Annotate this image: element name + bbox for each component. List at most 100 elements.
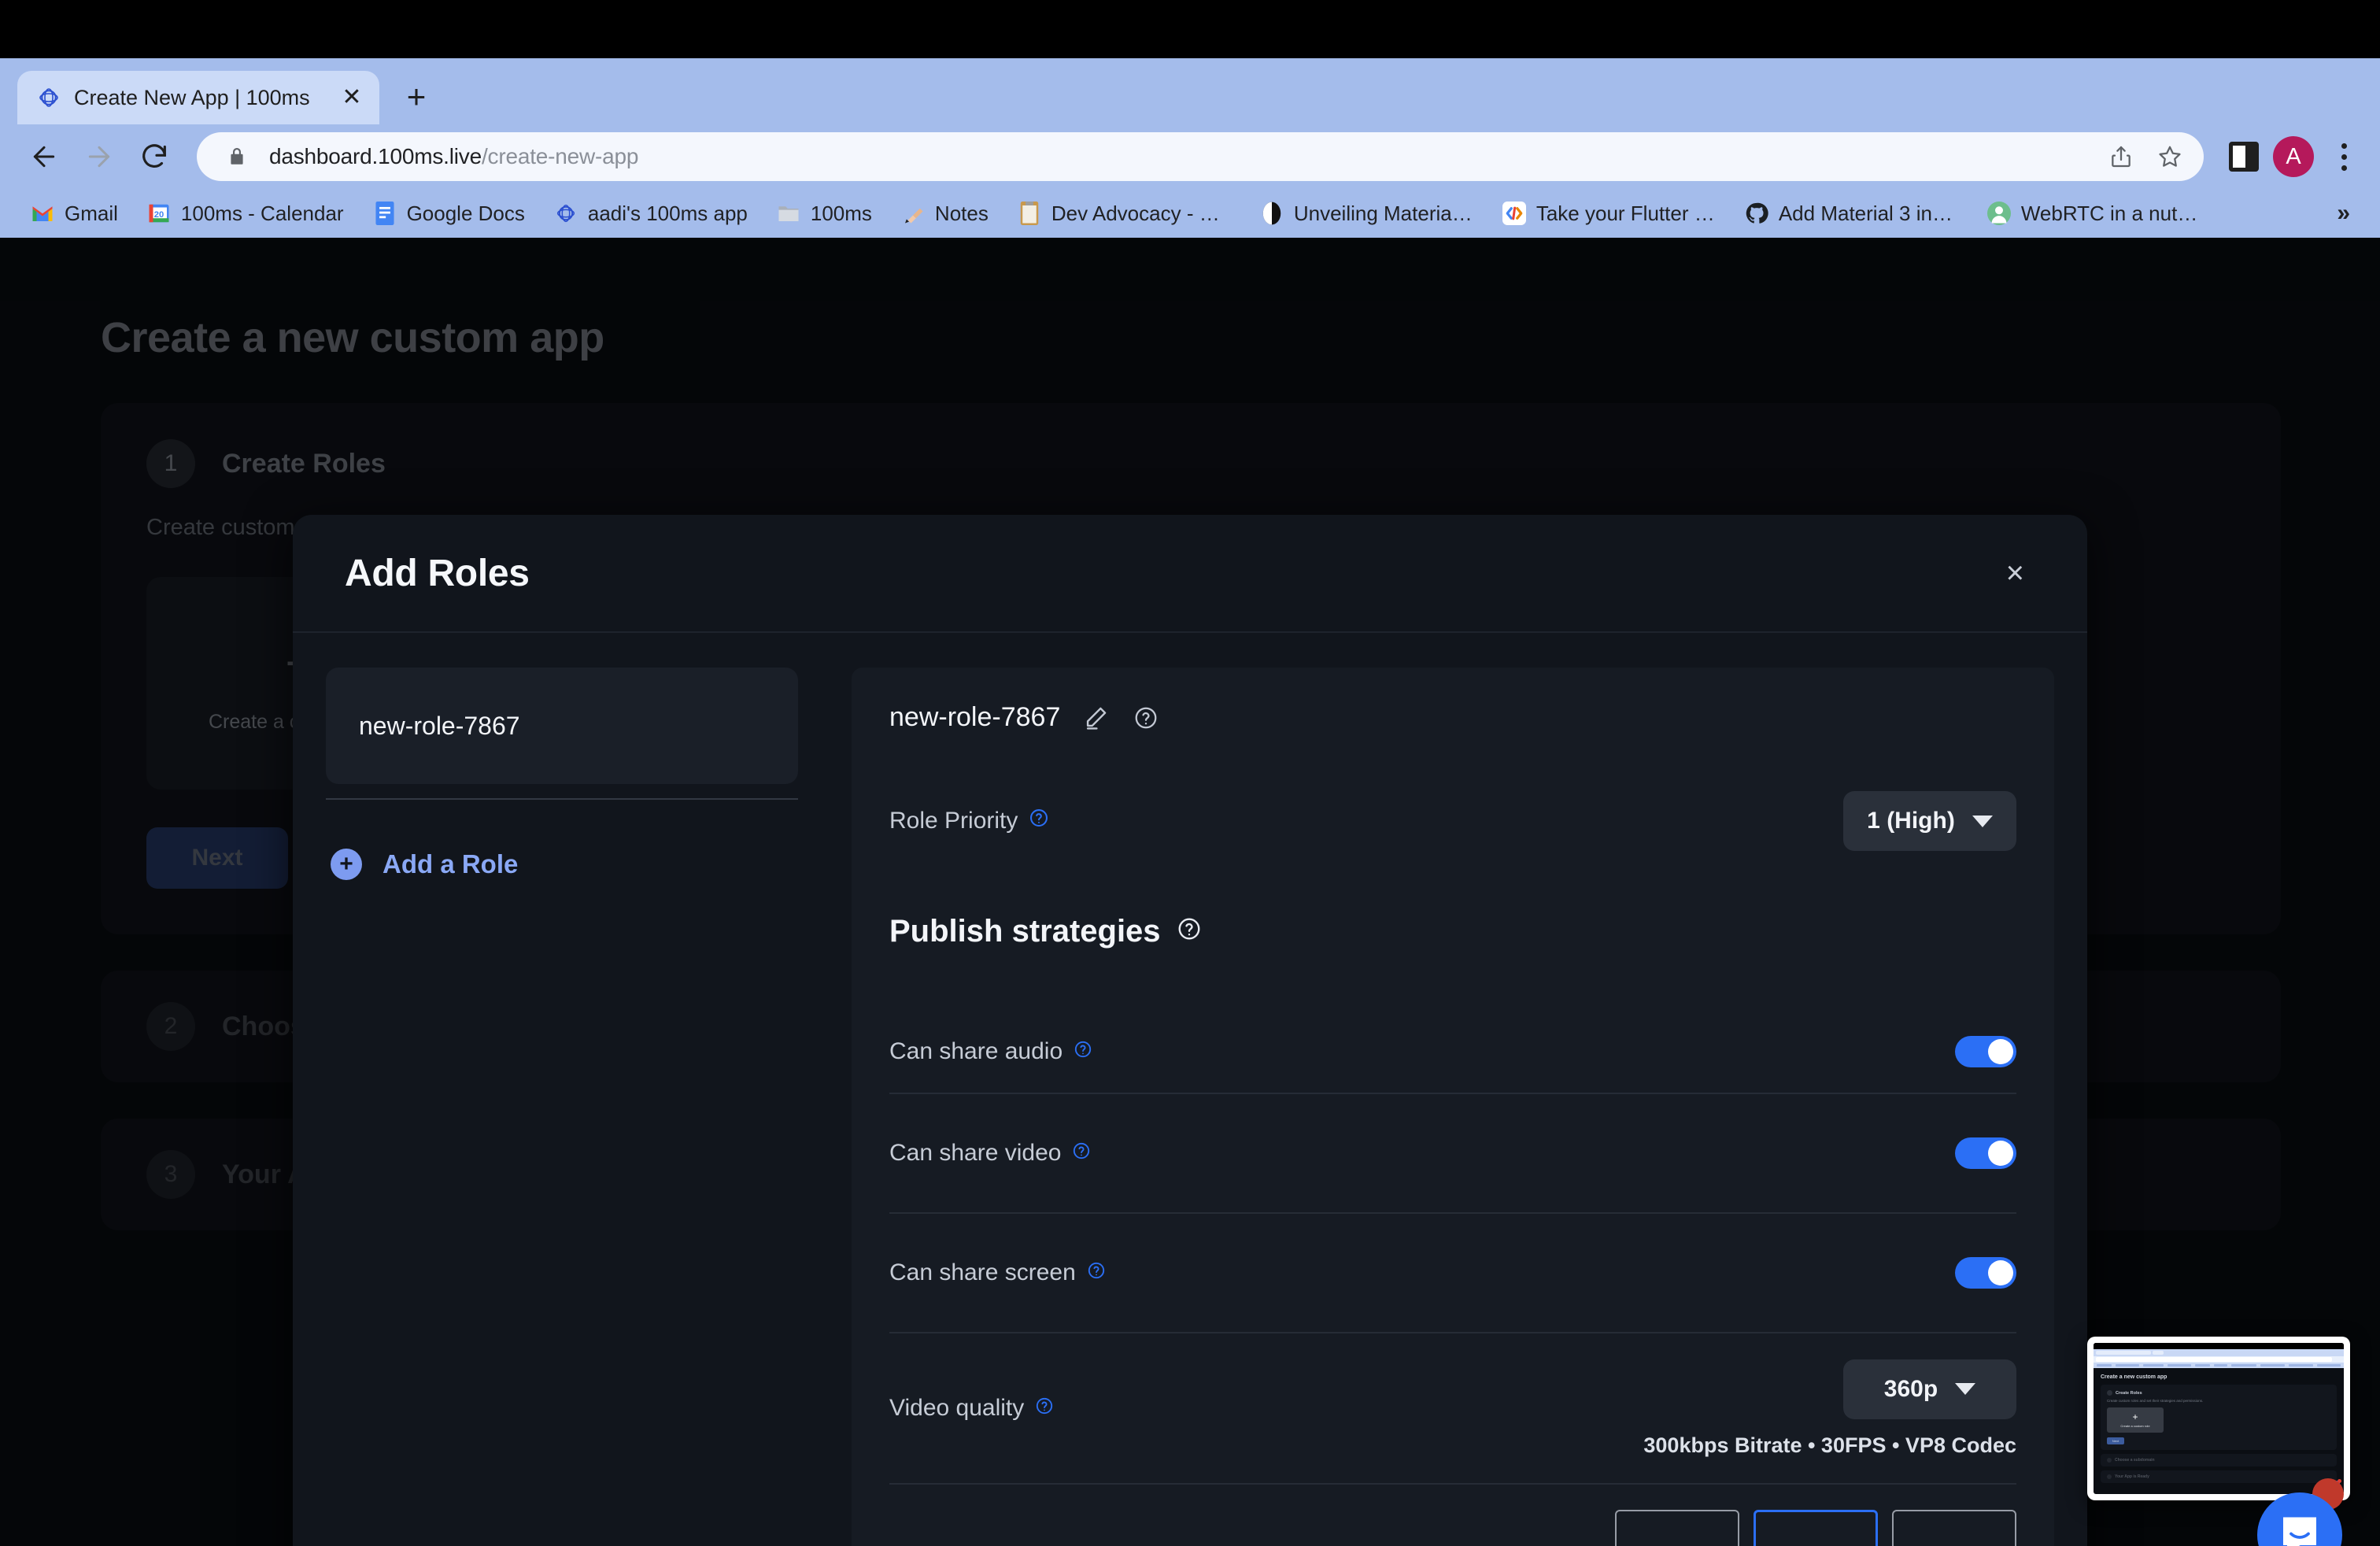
forward-icon: [76, 133, 123, 180]
url-text: dashboard.100ms.live/create-new-app: [269, 144, 2089, 169]
clipboard-icon: [1017, 201, 1042, 226]
role-detail-header: new-role-7867: [889, 702, 2016, 733]
pip-step-number: [2107, 1458, 2112, 1463]
modal-header: Add Roles ×: [293, 515, 2087, 633]
new-tab-button[interactable]: +: [392, 72, 441, 121]
role-detail-panel: new-role-7867 Role Priority 1 (High) Pub…: [852, 668, 2054, 1546]
role-list-item[interactable]: new-role-7867: [326, 668, 798, 784]
bookmark-unveiling-material[interactable]: Unveiling Material…: [1248, 196, 1484, 231]
video-aspect-ratio-control: 1:1 4:3 16:9: [1615, 1510, 2016, 1546]
bookmark-label: aadi's 100ms app: [587, 201, 748, 225]
help-circle-icon[interactable]: [1087, 1259, 1106, 1286]
can-share-audio-control: [1955, 1036, 2016, 1067]
bookmark-label: 100ms: [810, 201, 872, 225]
address-bar[interactable]: dashboard.100ms.live/create-new-app: [197, 132, 2204, 181]
help-circle-icon[interactable]: [1035, 1395, 1054, 1422]
help-circle-icon[interactable]: [1029, 808, 1049, 834]
bookmark-take-your-flutter[interactable]: Take your Flutter a…: [1491, 196, 1727, 231]
bookmark-label: Add Material 3 int…: [1778, 201, 1958, 225]
bookmark-add-material-3[interactable]: Add Material 3 int…: [1733, 196, 1969, 231]
pip-step-number: [2107, 1474, 2112, 1479]
browser-tab[interactable]: Create New App | 100ms ✕: [17, 71, 379, 124]
bookmark-dev-advocacy[interactable]: Dev Advocacy - H…: [1006, 196, 1242, 231]
tab-strip: Create New App | 100ms ✕ +: [0, 58, 2380, 124]
publish-strategies-heading: Publish strategies: [889, 914, 2016, 949]
profile-avatar[interactable]: A: [2273, 136, 2314, 177]
aspect-ratio-options: 1:1 4:3 16:9: [1615, 1510, 2016, 1546]
tab-title: Create New App | 100ms: [74, 85, 310, 109]
bookmark-100ms-calendar[interactable]: 20 100ms - Calendar: [135, 196, 355, 231]
label-text: Video quality: [889, 1395, 1025, 1421]
help-circle-icon[interactable]: [1074, 1038, 1092, 1065]
tab-close-icon[interactable]: ✕: [338, 84, 365, 111]
role-priority-select[interactable]: 1 (High): [1843, 791, 2016, 851]
toggle-knob: [1988, 1141, 2013, 1166]
aspect-ratio-option-1-1[interactable]: 1:1: [1615, 1510, 1739, 1546]
help-circle-icon[interactable]: [1177, 914, 1202, 949]
bookmarks-overflow-button[interactable]: »: [2326, 200, 2361, 227]
kebab-menu-icon[interactable]: [2328, 136, 2360, 177]
share-icon[interactable]: [2105, 140, 2138, 173]
pip-bookmarks: [2094, 1363, 2344, 1368]
can-share-video-toggle[interactable]: [1955, 1137, 2016, 1169]
toolbar-right: A: [2212, 136, 2360, 177]
row-video-quality: Video quality 360p 300kbps Bitrate • 30F…: [889, 1333, 2016, 1483]
add-a-role-label: Add a Role: [382, 849, 519, 878]
pencil-writing-icon: [900, 201, 926, 226]
pip-step-2: Choose a subdomain: [2101, 1454, 2337, 1466]
row-role-priority: Role Priority 1 (High): [889, 774, 2016, 868]
can-share-audio-toggle[interactable]: [1955, 1036, 2016, 1067]
code-icon: [1502, 201, 1527, 226]
video-quality-value: 360p: [1883, 1375, 1938, 1402]
bookmark-webrtc-nutshell[interactable]: WebRTC in a nuts…: [1975, 196, 2212, 231]
pip-os-bar: [2094, 1343, 2344, 1349]
modal-title: Add Roles: [345, 552, 530, 594]
folder-icon: [776, 201, 801, 226]
bookmark-label: Gmail: [65, 201, 118, 225]
bookmark-star-icon[interactable]: [2153, 140, 2186, 173]
pip-step-title: Your App is Ready: [2115, 1474, 2149, 1479]
medium-icon: [1259, 201, 1284, 226]
picture-in-picture-window[interactable]: Create a new custom app Create Roles Cre…: [2087, 1337, 2350, 1500]
docs-icon: [372, 201, 397, 226]
pip-create-role-tile: + Create a custom role: [2107, 1407, 2164, 1433]
help-circle-icon[interactable]: [1131, 703, 1161, 733]
pencil-icon[interactable]: [1081, 703, 1111, 733]
bookmark-google-docs[interactable]: Google Docs: [361, 196, 536, 231]
video-quality-control: 360p 300kbps Bitrate • 30FPS • VP8 Codec: [1643, 1359, 2016, 1458]
add-a-role-button[interactable]: + Add a Role: [326, 849, 798, 880]
label-text: Can share audio: [889, 1038, 1063, 1064]
close-icon[interactable]: ×: [1995, 549, 2035, 597]
help-circle-icon[interactable]: [1072, 1140, 1091, 1167]
row-video-aspect-ratio: Video aspect ratio 1:1 4:3 16:9: [889, 1485, 2016, 1546]
pip-content: Create a new custom app Create Roles Cre…: [2094, 1343, 2344, 1494]
role-list: new-role-7867 + Add a Role: [326, 668, 798, 1546]
back-icon[interactable]: [20, 133, 68, 180]
url-domain: dashboard.100ms.live: [269, 144, 482, 168]
video-quality-select[interactable]: 360p: [1843, 1359, 2016, 1419]
role-priority-value: 1 (High): [1867, 808, 1955, 834]
side-panel-icon[interactable]: [2229, 142, 2259, 172]
bookmark-notes[interactable]: Notes: [889, 196, 1000, 231]
label-text: Can share video: [889, 1140, 1062, 1166]
video-quality-meta: 300kbps Bitrate • 30FPS • VP8 Codec: [1643, 1433, 2016, 1457]
pip-step-title: Choose a subdomain: [2115, 1458, 2155, 1463]
can-share-video-label: Can share video: [889, 1140, 1091, 1167]
bookmark-aadis-100ms-app[interactable]: aadi's 100ms app: [542, 196, 759, 231]
pip-next-button: Next: [2107, 1437, 2124, 1444]
url-path: /create-new-app: [481, 144, 639, 168]
role-priority-control: 1 (High): [1843, 791, 2016, 851]
bookmark-100ms-folder[interactable]: 100ms: [765, 196, 883, 231]
aspect-ratio-option-4-3[interactable]: 4:3: [1754, 1510, 1878, 1546]
can-share-video-control: [1955, 1137, 2016, 1169]
bookmark-gmail[interactable]: Gmail: [19, 196, 129, 231]
can-share-audio-label: Can share audio: [889, 1038, 1092, 1065]
can-share-screen-toggle[interactable]: [1955, 1257, 2016, 1289]
pip-step-number: [2107, 1390, 2112, 1396]
pip-plus-icon: +: [2132, 1411, 2138, 1422]
bookmark-label: Unveiling Material…: [1293, 201, 1473, 225]
pip-tab: [2096, 1351, 2151, 1355]
reload-icon[interactable]: [131, 133, 178, 180]
calendar-icon: 20: [146, 201, 172, 226]
aspect-ratio-option-16-9[interactable]: 16:9: [1892, 1510, 2016, 1546]
